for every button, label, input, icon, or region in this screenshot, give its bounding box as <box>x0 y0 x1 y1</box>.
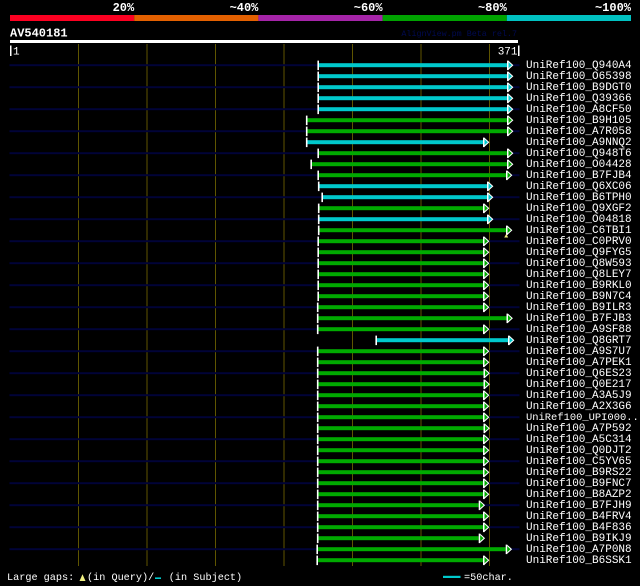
svg-text:AlignView.pm Beta rel.7: AlignView.pm Beta rel.7 <box>401 29 517 39</box>
svg-text:20%: 20% <box>113 1 135 15</box>
svg-text:Large gaps:: Large gaps: <box>7 573 74 584</box>
svg-text:~100%: ~100% <box>595 1 632 15</box>
svg-text:(in Subject): (in Subject) <box>169 572 242 584</box>
svg-text:AV540181: AV540181 <box>10 27 68 41</box>
svg-text:(in Query)/: (in Query)/ <box>87 572 154 584</box>
svg-text:UniRef100_B6SSK1: UniRef100_B6SSK1 <box>526 555 632 567</box>
svg-text:~80%: ~80% <box>478 1 508 15</box>
svg-text:~40%: ~40% <box>230 1 260 15</box>
svg-text:1: 1 <box>13 47 20 59</box>
svg-text:371: 371 <box>498 47 518 59</box>
svg-text:~60%: ~60% <box>354 1 384 15</box>
svg-text:=50char.: =50char. <box>464 572 513 584</box>
